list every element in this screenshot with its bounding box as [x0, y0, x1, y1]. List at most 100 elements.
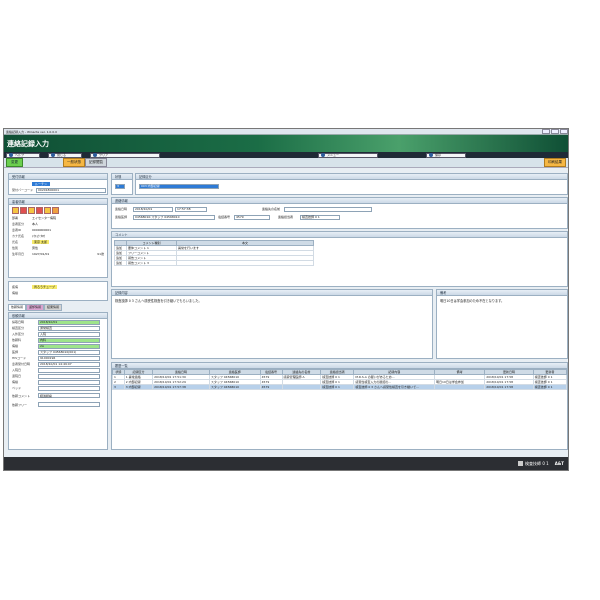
state-field[interactable]: 3	[115, 183, 125, 189]
menu-help[interactable]: ヘルプ	[6, 152, 40, 158]
order-row-value[interactable]: 2018/10/01	[38, 319, 100, 325]
alert-icon	[20, 206, 27, 214]
minimize-button[interactable]	[542, 129, 550, 134]
status-bar: 検査技師 0 1 A&T	[4, 457, 568, 470]
history-row[interactable]: 22 内部記録 2018/10/01 17:52:29 スタッフ 04568010 4…	[112, 379, 568, 385]
order-row-value[interactable]	[38, 379, 100, 385]
menu-menu[interactable]: メニュー	[318, 152, 378, 158]
order-row-value[interactable]: 91000196	[38, 355, 100, 361]
order-row-value[interactable]: 経過観察	[38, 393, 100, 398]
infection-icon	[36, 206, 43, 214]
close-icon	[51, 153, 55, 157]
menu-save[interactable]: 保存	[426, 152, 466, 158]
order-row-value[interactable]	[38, 402, 100, 407]
menu-icon	[321, 153, 325, 157]
order-row-value[interactable]: 2018/10/01 14:49:07	[38, 361, 100, 367]
order-row-label: 退院日	[12, 374, 22, 378]
history-row[interactable]: 11 異常連絡 2018/10/01 17:51:30 スタッフ 04568010 4…	[112, 374, 568, 380]
print-result-button[interactable]: 印刷結果	[544, 158, 566, 167]
history-cell	[434, 384, 486, 390]
history-row[interactable]: 33 内部記録 2018/10/01 17:57:38 スタッフ 04568010 4…	[112, 384, 568, 390]
history-cell: 検査技師 0 3 さんへ感受性検査を引き継いで...	[353, 384, 436, 390]
contact-doctor-field[interactable]: 04568010:スタッフ 04568010	[133, 214, 215, 220]
contact-panel: 連絡情報 連絡日時 2018/10/01 17:57:38 連絡先の名前 連絡医…	[111, 197, 568, 229]
contact-date-label: 連絡日時	[115, 207, 128, 211]
flag-icon	[52, 206, 59, 214]
tab-order-info[interactable]: 依頼情報	[8, 304, 27, 311]
tab-general[interactable]: 一般状態	[63, 158, 85, 167]
contact-doctor-label: 連絡医師	[115, 215, 128, 219]
allergy-icon	[28, 206, 35, 214]
tab-result-info[interactable]: 結果情報	[44, 304, 63, 311]
history-cell: 検査技師 0 1	[532, 384, 568, 390]
patient-panel: 患者情報 部署 エイセンター病院 患者区分 本人 患者ID 0000000001 カナ…	[8, 198, 108, 278]
comment-cell: 追加	[114, 260, 127, 266]
order-row-value[interactable]: 通常検査	[38, 325, 100, 331]
person-field[interactable]: 検査技師 0 1	[300, 214, 340, 220]
warning-icon	[12, 206, 19, 214]
history-cell: 2018/10/01 17:57:38	[152, 384, 210, 390]
comment-cell	[176, 260, 314, 266]
maximize-button[interactable]	[551, 129, 559, 134]
phone-field[interactable]: 4579	[234, 214, 270, 220]
order-row-value[interactable]: 2A	[38, 343, 100, 349]
person-label: 連絡担当者	[278, 215, 294, 219]
record-content-text[interactable]: 検査技師 0 3 さんへ感受性検査を引き継いでもらいました。	[112, 296, 432, 305]
comment-panel: コメント コメント種別 本文 追加 要体コメント 1 異常を行います 追加 フリーコメン…	[111, 231, 568, 287]
close-button[interactable]	[560, 129, 568, 134]
history-cell: 3	[112, 384, 125, 390]
app-window: 連絡記録入力 - Winacta ver. 1.0.0.0 連絡記録入力 ヘルプ…	[3, 128, 569, 471]
brand-logo: A&T	[554, 461, 564, 466]
order-row-value[interactable]: スタッフ 04568010(001)	[38, 349, 100, 355]
order-row-label: 検査区分	[12, 326, 25, 330]
history-cell	[281, 384, 322, 390]
window-title: 連絡記録入力 - Winacta ver. 1.0.0.0	[6, 129, 58, 134]
user-icon	[518, 461, 524, 466]
order-row: 依頼フリー	[9, 400, 107, 409]
order-row-label: 病棟	[12, 380, 19, 384]
order-row-label: HISコード	[12, 356, 27, 360]
comment-header: コメント	[112, 232, 567, 238]
order-row-value[interactable]	[38, 367, 100, 373]
barcode-field[interactable]: 00201800001	[36, 187, 106, 193]
order-row-label: 患者受付日時	[12, 362, 31, 366]
order-row-value[interactable]: 内科	[38, 337, 100, 343]
toolbar: 変更 一般状態 記録閲覧 印刷結果	[4, 158, 568, 168]
history-cell: 検査技師 0 1	[320, 384, 355, 390]
patient-row: 生年月日 1927/01/01 91歳	[12, 252, 104, 256]
order-row-value[interactable]: 入院	[38, 331, 100, 337]
menu-clear[interactable]: クリア	[90, 152, 160, 158]
recipient-label: 連絡先の名前	[262, 207, 281, 211]
order-row-value[interactable]	[38, 373, 100, 379]
save-icon	[429, 153, 433, 157]
history-cell: 3 内部記録	[123, 384, 154, 390]
order-row-value[interactable]	[38, 385, 100, 391]
order-row-label: 採取日時	[12, 320, 25, 324]
history-cell: 4579	[259, 384, 283, 390]
order-rows: 採取日時 2018/10/01 検査区分 通常検査 入外区分 入院 依頼科 内科 病棟 2A 医師 ス…	[9, 319, 107, 409]
history-cell: 2018/10/01 17:58	[484, 384, 534, 390]
history-table: 状態 記録区分 連絡日時 連絡医師 電話番号 連絡先の名前 連絡担当者 記録内容 備考 更新日時更…	[112, 369, 568, 390]
comment-row[interactable]: 追加 報告コメント 3	[114, 260, 314, 266]
notes-panel: 備考 明日10日は学会参加のため不在となります。	[436, 289, 568, 359]
tab-record[interactable]: 記録閲覧	[85, 158, 107, 167]
history-cell: スタッフ 04568010	[208, 384, 261, 390]
record-type-header: 記録区分	[136, 174, 567, 180]
notes-text[interactable]: 明日10日は学会参加のため不在となります。	[437, 296, 567, 305]
contact-time-field[interactable]: 17:57:38	[175, 206, 207, 212]
disease-panel: 疾病 胃ろうチューブ 病棟	[8, 281, 108, 301]
contact-header: 連絡情報	[112, 198, 567, 204]
recipient-field[interactable]	[284, 206, 372, 212]
change-button[interactable]: 変更	[6, 158, 23, 167]
main-area: 状態 3 記録区分 003 内部記録 連絡情報 連絡日時 2018/10/01 …	[111, 173, 568, 450]
record-type-select[interactable]: 003 内部記録	[139, 183, 219, 189]
tab-return-info[interactable]: 返却情報	[26, 304, 45, 311]
order-row-label: 入外区分	[12, 332, 25, 336]
order-row-label: 病棟	[12, 344, 19, 348]
record-content-panel: 記録内容 検査技師 0 3 さんへ感受性検査を引き継いでもらいました。	[111, 289, 433, 359]
patient-icons	[9, 205, 107, 215]
order-row-label: 依頼コメント	[12, 393, 31, 398]
contact-date-field[interactable]: 2018/10/01	[133, 206, 173, 212]
order-row: 依頼コメント 経過観察	[9, 391, 107, 400]
menu-close[interactable]: 閉じる	[48, 152, 82, 158]
